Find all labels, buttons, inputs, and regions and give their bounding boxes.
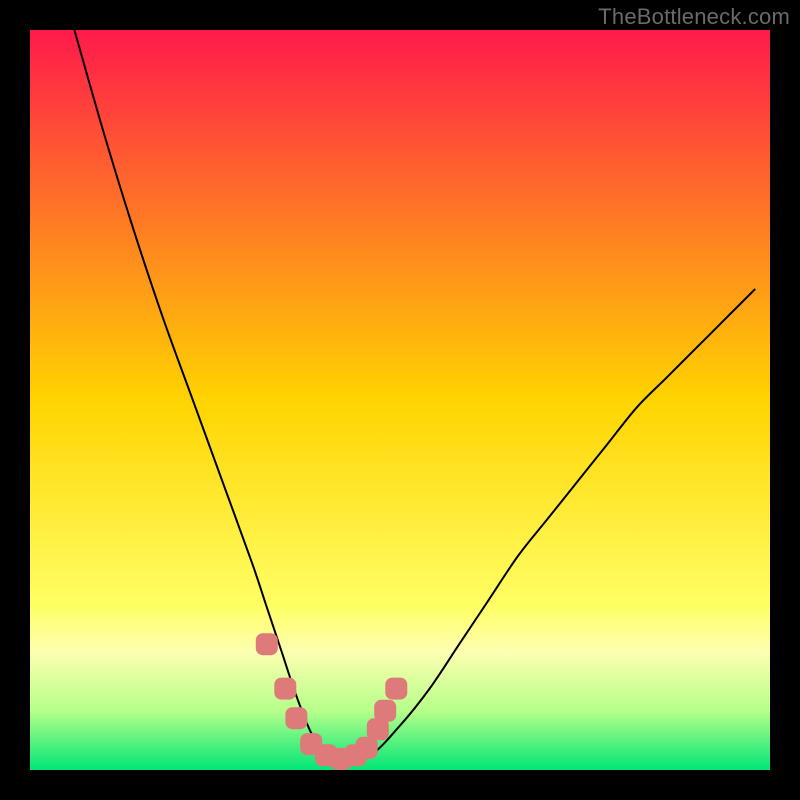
marker-point bbox=[256, 633, 278, 655]
gradient-background bbox=[30, 30, 770, 770]
plot-area bbox=[30, 30, 770, 770]
chart-frame: TheBottleneck.com bbox=[0, 0, 800, 800]
marker-point bbox=[285, 707, 307, 729]
bottleneck-chart bbox=[30, 30, 770, 770]
marker-point bbox=[274, 678, 296, 700]
marker-point bbox=[374, 700, 396, 722]
marker-point bbox=[385, 678, 407, 700]
attribution-label: TheBottleneck.com bbox=[598, 4, 790, 30]
